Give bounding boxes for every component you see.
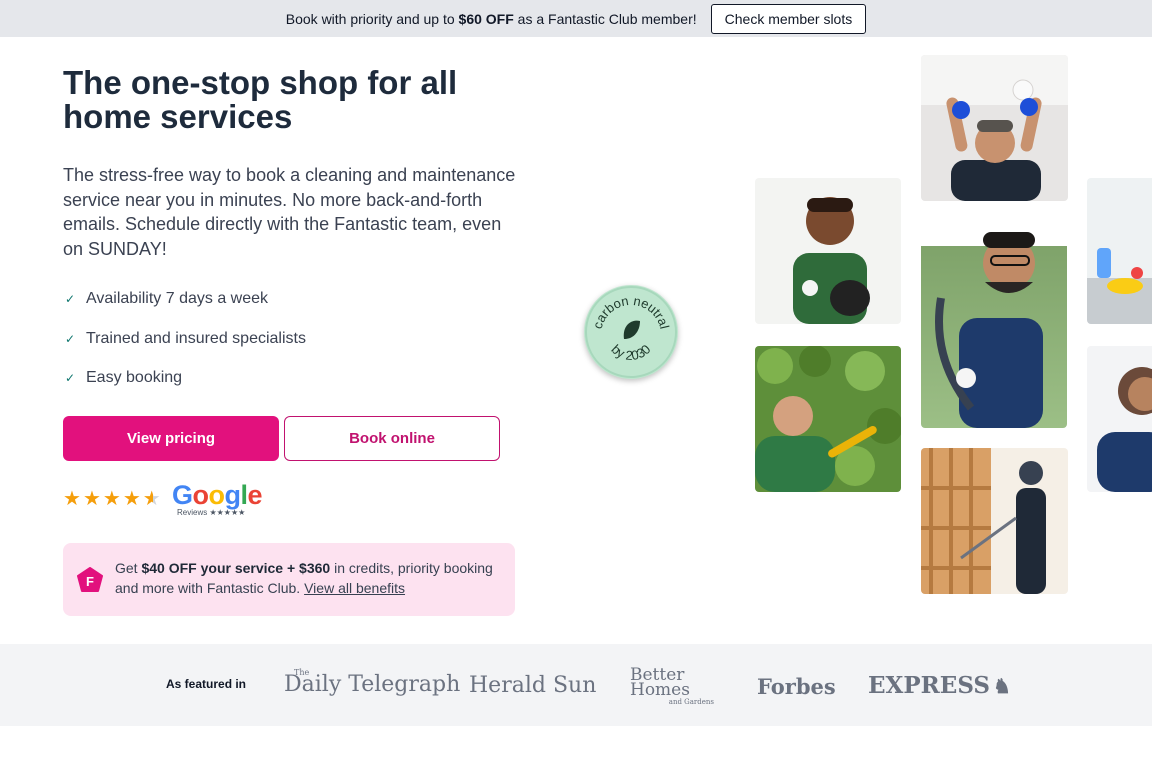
check-icon: ✓ xyxy=(64,331,76,346)
star-icon: ★ xyxy=(63,488,81,510)
announcement-text-after: as a Fantastic Club member! xyxy=(513,10,697,27)
check-icon: ✓ xyxy=(64,371,76,385)
announcement-bar: Book with priority and up to $60 OFF as … xyxy=(0,0,1152,37)
google-reviews-logo: Google Reviews ★★★★★ xyxy=(172,480,263,517)
announcement-text: Book with priority and up to $60 OFF as … xyxy=(286,11,697,27)
photo-cleaner-woman xyxy=(1087,346,1152,492)
pest-control-illustration xyxy=(921,448,1046,594)
photo-kitchen-cleaning xyxy=(1087,178,1152,324)
promo-text: Get $40 OFF your service + $360 in credi… xyxy=(115,559,505,598)
better-homes-logo: Better Homes and Gardens xyxy=(630,665,714,707)
half-star-icon: ★ xyxy=(142,488,161,510)
svg-text:F: F xyxy=(86,574,94,589)
cleaner-illustration xyxy=(793,197,870,324)
star-icon: ★ xyxy=(82,488,101,510)
check-icon: ✓ xyxy=(64,292,76,306)
view-pricing-button[interactable]: View pricing xyxy=(63,416,279,461)
promo-prefix: Get xyxy=(115,560,142,576)
star-icon: ★ xyxy=(102,488,121,510)
carbon-neutral-seal: carbon neutral by 2030 xyxy=(585,286,677,378)
featured-in-label: As featured in xyxy=(166,677,247,691)
forbes-logo: Forbes xyxy=(757,674,836,699)
photo-electrician xyxy=(921,55,1068,201)
seal-bottom-text: by 2030 xyxy=(608,342,653,363)
photo-gardener xyxy=(755,346,901,492)
express-logo: EXPRESS ♞ xyxy=(868,672,1011,699)
kitchen-illustration xyxy=(1087,248,1152,324)
telegraph-small-text: The xyxy=(294,668,310,677)
herald-sun-logo: Herald Sun xyxy=(469,673,597,698)
star-icon: ★ xyxy=(122,488,141,510)
leaf-icon xyxy=(623,320,640,339)
announcement-discount: $60 OFF xyxy=(458,10,514,27)
fantastic-club-promo: F Get $40 OFF your service + $360 in cre… xyxy=(63,543,515,616)
featured-in-bar: As featured in The Daily Telegraph Herald… xyxy=(0,644,1152,726)
gardener-illustration xyxy=(755,346,901,492)
hero-description: The stress-free way to book a cleaning a… xyxy=(63,165,516,259)
electrician-illustration xyxy=(921,55,1068,201)
carbon-neutral-badge: carbon neutral by 2030 xyxy=(584,285,678,379)
book-online-button[interactable]: Book online xyxy=(284,416,500,461)
express-text: EXPRESS xyxy=(868,672,991,699)
announcement-text-before: Book with priority and up to xyxy=(285,10,459,27)
daily-telegraph-logo: The Daily Telegraph xyxy=(284,668,461,697)
photo-pest-control xyxy=(921,448,1068,594)
feature-label: Trained and insured specialists xyxy=(86,329,306,347)
cleaner-woman-illustration xyxy=(1097,367,1152,492)
technician-illustration xyxy=(935,232,1043,428)
star-rating: ★ ★ ★ ★ ★ xyxy=(63,489,161,509)
check-member-slots-button[interactable]: Check member slots xyxy=(710,3,867,34)
feature-item: ✓ Trained and insured specialists xyxy=(63,327,306,351)
photo-carpet-cleaner xyxy=(921,218,1067,428)
better-homes-text: Better Homes xyxy=(630,665,690,700)
promo-offer: $40 OFF your service + $360 xyxy=(141,560,331,576)
view-all-benefits-link[interactable]: View all benefits xyxy=(304,580,405,596)
google-wordmark: Google xyxy=(172,480,263,510)
page-title: The one-stop shop for all home services xyxy=(63,64,458,135)
daily-telegraph-text: Daily Telegraph xyxy=(284,672,461,697)
photo-cleaner-bag xyxy=(755,178,901,324)
feature-label: Availability 7 days a week xyxy=(86,290,269,307)
feature-label: Easy booking xyxy=(86,369,183,386)
feature-item: ✓ Easy booking xyxy=(63,366,306,390)
feature-list: ✓ Availability 7 days a week ✓ Trained and… xyxy=(63,287,306,406)
fantastic-club-icon: F xyxy=(77,567,103,592)
crusader-icon: ♞ xyxy=(993,674,1011,698)
feature-item: ✓ Availability 7 days a week xyxy=(63,287,306,311)
